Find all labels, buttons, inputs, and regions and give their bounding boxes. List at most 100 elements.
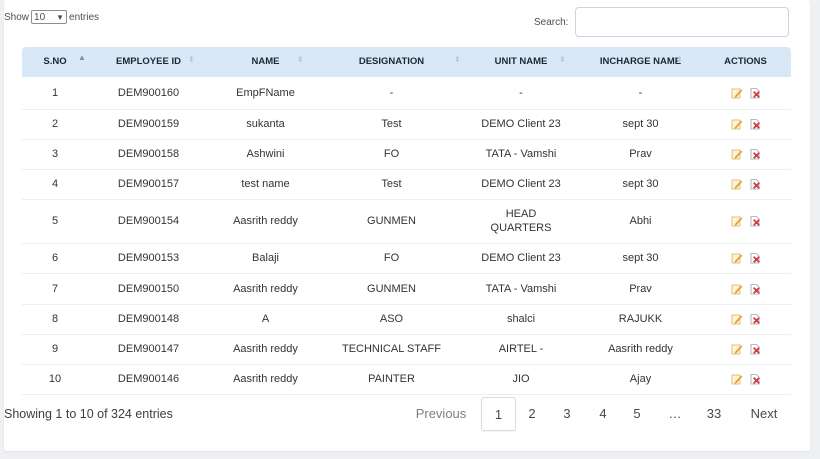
entries-label: entries (69, 11, 100, 23)
col-designation-cell: Test (381, 118, 402, 130)
col-unit-name-cell: TATA - Vamshi (485, 148, 557, 160)
delete-icon[interactable] (749, 283, 761, 295)
table-row: 9 DEM900147 Aasrith reddy TECHNICAL STAFF AI… (22, 334, 791, 365)
col-sno-cell: 9 (51, 343, 59, 355)
delete-icon[interactable] (749, 148, 761, 160)
col-unit-name-cell: AIRTEL - (498, 343, 544, 355)
delete-icon[interactable] (749, 343, 761, 355)
col-sno-cell: 6 (51, 252, 59, 264)
row-actions (700, 77, 791, 109)
edit-icon[interactable] (731, 118, 743, 130)
delete-icon[interactable] (749, 178, 761, 190)
edit-icon[interactable] (731, 215, 743, 227)
row-actions (700, 364, 791, 394)
row-actions (700, 273, 791, 304)
col-employee-id-cell: DEM900153 (117, 252, 180, 264)
sort-icon[interactable]: ⬍ (188, 56, 195, 64)
pagination-ellipsis: … (668, 406, 682, 421)
col-sno-cell: 5 (51, 215, 59, 227)
delete-icon[interactable] (749, 313, 761, 325)
table-row: 2 DEM900159 sukanta Test DEMO Client 23 sept … (22, 109, 791, 140)
col-sno-cell: 2 (51, 118, 59, 130)
edit-icon[interactable] (731, 313, 743, 325)
sort-icon[interactable]: ⬍ (297, 56, 304, 64)
col-name-cell: Balaji (252, 252, 279, 264)
row-actions (700, 139, 791, 169)
col-incharge-name-cell: - (638, 87, 643, 99)
col-name-cell: test name (241, 178, 290, 190)
col-employee-id-cell: DEM900154 (117, 215, 180, 227)
col-employee-id-header-label: EMPLOYEE ID (116, 56, 181, 67)
table-row: 8 DEM900148 A ASO shalci RAJUKK (22, 304, 791, 335)
col-designation-cell: ASO (379, 313, 404, 325)
search-control: Search: (534, 7, 790, 37)
edit-icon[interactable] (731, 343, 743, 355)
page-button-1[interactable]: 1 (481, 397, 516, 431)
page-button-4[interactable]: 4 (588, 397, 618, 431)
col-designation-header[interactable]: DESIGNATION (322, 47, 461, 77)
col-sno-header[interactable]: S.NO (22, 47, 88, 77)
col-name-header[interactable]: NAME (209, 47, 322, 77)
col-unit-name-cell: DEMO Client 23 (481, 118, 561, 130)
sort-icon[interactable]: ⬍ (454, 56, 461, 64)
col-unit-name-header-label: UNIT NAME (494, 56, 548, 67)
col-incharge-name-cell: Prav (629, 148, 652, 160)
edit-icon[interactable] (731, 87, 743, 99)
col-designation-cell: GUNMEN (367, 282, 416, 295)
col-designation-cell: GUNMEN (367, 215, 416, 227)
delete-icon[interactable] (749, 252, 761, 264)
col-sno-cell: 7 (51, 282, 59, 295)
table-row: 5 DEM900154 Aasrith reddy GUNMEN HEAD QUARTE… (22, 199, 791, 244)
row-actions (700, 199, 791, 243)
show-label: Show (4, 11, 30, 23)
row-actions (700, 304, 791, 334)
col-unit-name-cell: DEMO Client 23 (481, 252, 561, 264)
delete-icon[interactable] (749, 215, 761, 227)
col-incharge-name-cell: Abhi (629, 215, 652, 227)
edit-icon[interactable] (731, 148, 743, 160)
col-sno-cell: 3 (51, 148, 59, 160)
delete-icon[interactable] (749, 373, 761, 385)
row-actions (700, 334, 791, 364)
delete-icon[interactable] (749, 87, 761, 99)
col-name-cell: Ashwini (246, 148, 285, 160)
table-row: 3 DEM900158 Ashwini FO TATA - Vamshi Prav (22, 139, 791, 170)
col-designation-cell: FO (383, 252, 400, 264)
col-name-cell: Aasrith reddy (233, 343, 298, 355)
col-name-cell: EmpFName (236, 87, 295, 99)
entries-select[interactable]: 10 ▼ (31, 10, 68, 24)
col-designation-header-label: DESIGNATION (358, 56, 425, 67)
page-button-33[interactable]: 33 (697, 397, 731, 431)
col-incharge-name-header-label: INCHARGE NAME (599, 56, 682, 67)
col-unit-name-cell: JIO (512, 373, 530, 385)
col-designation-cell: Test (381, 178, 402, 190)
row-actions (700, 109, 791, 139)
col-unit-name-cell: - (519, 87, 523, 99)
sort-icon[interactable]: ⬍ (559, 56, 566, 64)
col-incharge-name-cell: Ajay (629, 373, 652, 385)
search-input[interactable] (575, 7, 790, 37)
edit-icon[interactable] (731, 373, 743, 385)
page-button-3[interactable]: 3 (552, 397, 582, 431)
entries-select-value: 10 (34, 11, 46, 23)
sort-icon[interactable]: ⬍ (676, 56, 683, 64)
col-employee-id-cell: DEM900146 (117, 373, 180, 385)
page-button-2[interactable]: 2 (517, 397, 547, 431)
table-header: S.NO ▲ EMPLOYEE ID ⬍ NAME ⬍ DESIGNATION ⬍ UNIT N… (22, 47, 791, 77)
col-unit-name-cell: TATA - Vamshi (485, 282, 557, 295)
col-employee-id-cell: DEM900159 (117, 118, 180, 130)
col-name-cell: Aasrith reddy (233, 282, 298, 295)
col-sno-cell: 8 (51, 313, 59, 325)
sort-icon[interactable]: ▲ (78, 54, 86, 62)
previous-button[interactable]: Previous (411, 397, 471, 431)
page-button-5[interactable]: 5 (622, 397, 652, 431)
col-incharge-name-cell: RAJUKK (618, 313, 663, 325)
edit-icon[interactable] (731, 178, 743, 190)
delete-icon[interactable] (749, 118, 761, 130)
col-employee-id-cell: DEM900147 (117, 343, 180, 355)
table-row: 10 DEM900146 Aasrith reddy PAINTER JIO Ajay (22, 364, 791, 395)
next-button[interactable]: Next (742, 397, 786, 431)
col-unit-name-cell: HEAD QUARTERS (490, 208, 552, 234)
edit-icon[interactable] (731, 252, 743, 264)
edit-icon[interactable] (731, 283, 743, 295)
